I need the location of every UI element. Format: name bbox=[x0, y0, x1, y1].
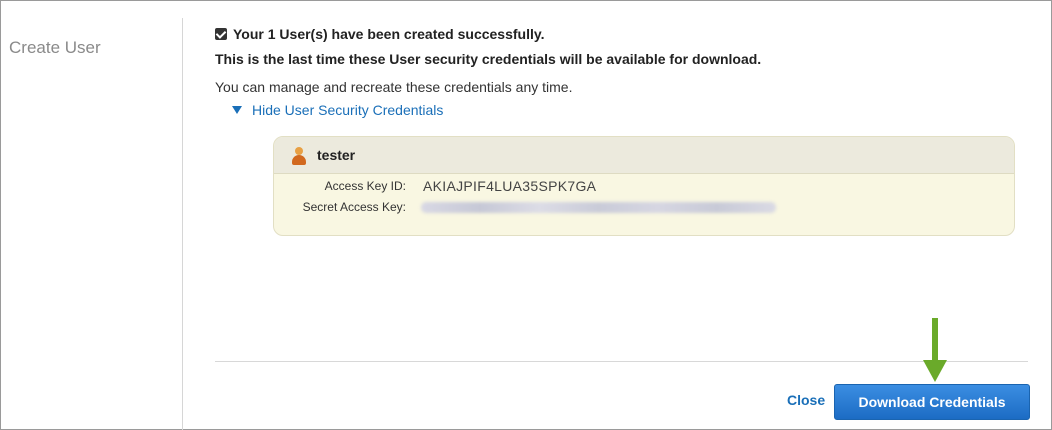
arrow-down-icon bbox=[923, 318, 947, 382]
download-credentials-button[interactable]: Download Credentials bbox=[834, 384, 1030, 420]
manage-message: You can manage and recreate these creden… bbox=[215, 79, 573, 95]
credentials-panel: tester Access Key ID: AKIAJPIF4LUA35SPK7… bbox=[273, 136, 1015, 236]
secret-key-label: Secret Access Key: bbox=[302, 200, 406, 214]
toggle-label: Hide User Security Credentials bbox=[252, 102, 444, 118]
triangle-down-icon bbox=[232, 106, 242, 114]
success-message: Your 1 User(s) have been created success… bbox=[215, 26, 545, 42]
username: tester bbox=[317, 147, 356, 163]
footer-divider bbox=[215, 361, 1028, 362]
user-icon bbox=[291, 147, 307, 167]
credentials-header: tester bbox=[274, 137, 1014, 174]
page-title: Create User bbox=[9, 38, 101, 57]
access-key-label: Access Key ID: bbox=[324, 179, 406, 193]
access-key-value: AKIAJPIF4LUA35SPK7GA bbox=[423, 178, 597, 194]
close-button[interactable]: Close bbox=[787, 392, 825, 408]
vertical-divider bbox=[182, 18, 183, 430]
hide-credentials-toggle[interactable]: Hide User Security Credentials bbox=[232, 102, 443, 118]
warning-message: This is the last time these User securit… bbox=[215, 51, 762, 67]
checkbox-checked-icon bbox=[215, 28, 227, 40]
success-text: Your 1 User(s) have been created success… bbox=[233, 26, 545, 42]
secret-key-value-blurred bbox=[421, 202, 776, 213]
